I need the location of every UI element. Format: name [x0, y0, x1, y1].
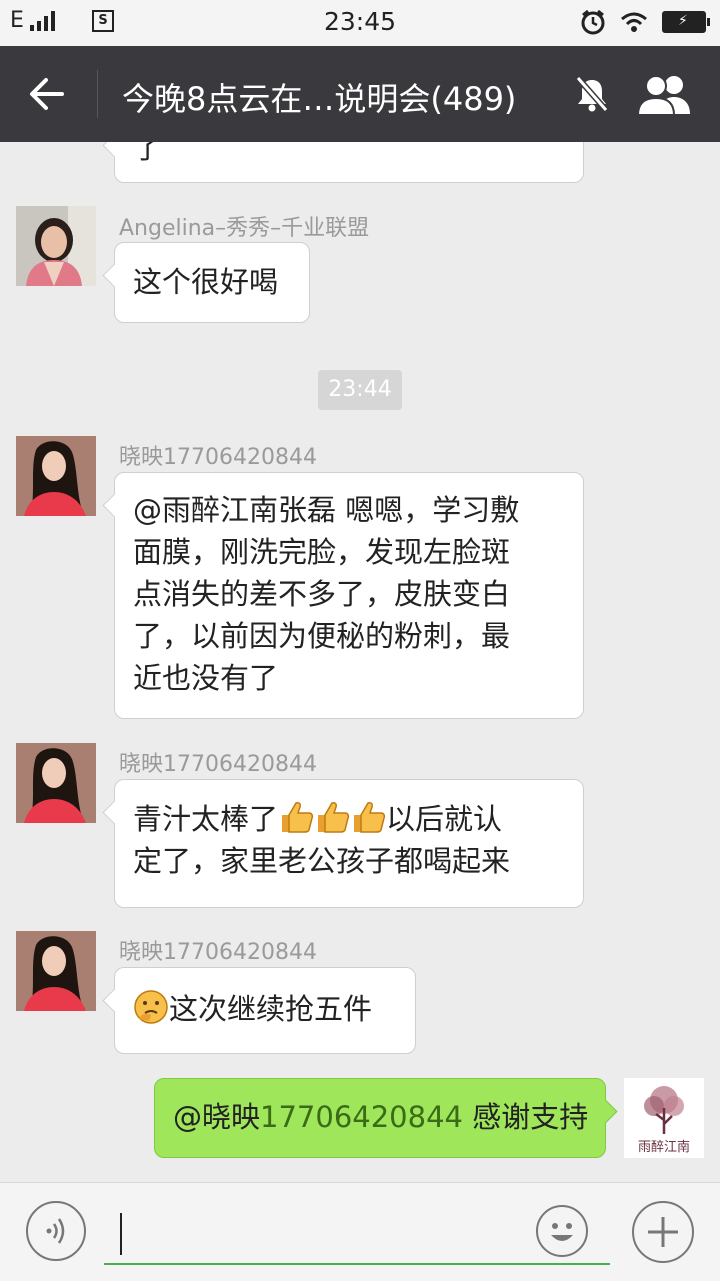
message-text: 这个很好喝: [133, 265, 279, 299]
input-bar: [0, 1182, 720, 1281]
wifi-icon: [621, 12, 647, 32]
message-text: 这次继续抢五件: [169, 992, 373, 1026]
sender-name: 晓映17706420844: [119, 752, 317, 777]
message-bubble[interactable]: 这个很好喝: [114, 242, 310, 323]
thumbs-up-icon: [318, 802, 350, 833]
message-list[interactable]: 了 Angelina–秀秀–千业联盟 这个很好喝 23:44 晓映1770642…: [0, 142, 720, 1182]
message-line: 点消失的差不多了，皮肤变白: [133, 577, 511, 611]
chat-header: 今晚8点云在…说明会(489): [0, 46, 720, 142]
message-bubble[interactable]: 这次继续抢五件: [114, 967, 416, 1054]
group-members-icon[interactable]: [636, 72, 694, 116]
message-line: @雨醉江南张磊 嗯嗯，学习敷: [133, 493, 520, 527]
header-divider: [97, 70, 98, 118]
mention-text: @晓映: [173, 1100, 261, 1134]
message-line: 近也没有了: [133, 661, 279, 695]
message-line: 定了，家里老公孩子都喝起来: [133, 844, 511, 878]
alarm-icon: [581, 9, 605, 35]
battery-icon: ⚡: [662, 11, 710, 33]
sender-name: Angelina–秀秀–千业联盟: [119, 216, 370, 241]
smiley-icon[interactable]: [536, 1205, 588, 1257]
mention-number: 17706420844: [260, 1100, 463, 1134]
message-bubble[interactable]: 青汁太棒了 以后就认 定了，家里老公孩子都喝起来: [114, 779, 584, 908]
plus-icon[interactable]: [632, 1201, 694, 1263]
voice-icon[interactable]: [26, 1201, 86, 1261]
back-arrow-icon[interactable]: [22, 70, 74, 118]
avatar[interactable]: [16, 743, 96, 823]
sender-name: 晓映17706420844: [119, 940, 317, 965]
message-bubble-outgoing[interactable]: @晓映17706420844 感谢支持: [154, 1078, 606, 1158]
message-bubble[interactable]: 了: [114, 142, 584, 183]
message-text: 以后就认: [386, 802, 503, 836]
my-avatar[interactable]: 雨醉江南: [624, 1078, 704, 1158]
avatar[interactable]: [16, 436, 96, 516]
message-line: 面膜，刚洗完脸，发现左脸斑: [133, 535, 511, 569]
mute-bell-icon[interactable]: [572, 74, 612, 114]
thinking-face-icon: [134, 990, 168, 1024]
avatar[interactable]: [16, 931, 96, 1011]
avatar[interactable]: [16, 206, 96, 286]
sender-name: 晓映17706420844: [119, 445, 317, 470]
avatar-logo-text: 雨醉江南: [637, 1140, 690, 1155]
message-text: 青汁太棒了: [133, 802, 279, 836]
thumbs-up-icon: [354, 802, 386, 833]
message-text: 了: [133, 142, 163, 165]
message-bubble[interactable]: @雨醉江南张磊 嗯嗯，学习敷 面膜，刚洗完脸，发现左脸斑 点消失的差不多了，皮肤…: [114, 472, 584, 719]
status-bar: E S 23:45 ⚡: [0, 0, 720, 46]
message-line: 了，以前因为便秘的粉刺，最: [133, 619, 511, 653]
time-divider: 23:44: [318, 370, 402, 410]
text-cursor: [120, 1213, 122, 1255]
message-input[interactable]: [104, 1203, 610, 1265]
message-text: 感谢支持: [462, 1100, 589, 1134]
thumbs-up-icon: [282, 802, 314, 833]
chat-title[interactable]: 今晚8点云在…说明会(489): [122, 74, 516, 120]
